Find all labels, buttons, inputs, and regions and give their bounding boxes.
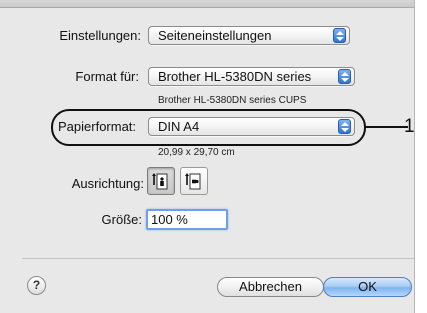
ok-button[interactable]: OK [323, 277, 412, 297]
settings-popup[interactable]: Seiteneinstellungen [148, 26, 350, 45]
paper-dimensions: 20,99 x 29,70 cm [158, 147, 235, 158]
page-setup-dialog: Einstellungen: Seiteneinstellungen Forma… [0, 0, 415, 313]
format-for-label: Format für: [75, 69, 139, 84]
scale-input[interactable] [146, 209, 228, 230]
cancel-button[interactable]: Abbrechen [217, 277, 324, 297]
scale-label: Größe: [101, 212, 142, 227]
settings-label: Einstellungen: [59, 28, 141, 43]
callout-line [365, 126, 408, 128]
orientation-label: Ausrichtung: [71, 176, 144, 191]
format-for-subtext: Brother HL-5380DN series CUPS [158, 95, 307, 106]
landscape-orientation-button[interactable] [180, 167, 208, 195]
callout-number: 1 [404, 116, 415, 137]
paper-format-highlight [51, 109, 366, 146]
format-for-popup-value: Brother HL-5380DN series [158, 69, 312, 84]
popup-arrows-icon [338, 69, 351, 84]
format-for-popup[interactable]: Brother HL-5380DN series [148, 67, 355, 86]
portrait-orientation-icon [152, 173, 168, 190]
popup-arrows-icon [333, 28, 346, 43]
settings-popup-value: Seiteneinstellungen [158, 28, 272, 43]
title-strip [0, 0, 414, 8]
landscape-orientation-icon [185, 173, 201, 190]
help-button[interactable]: ? [27, 276, 46, 295]
separator [22, 258, 414, 259]
portrait-orientation-button[interactable] [147, 167, 175, 195]
